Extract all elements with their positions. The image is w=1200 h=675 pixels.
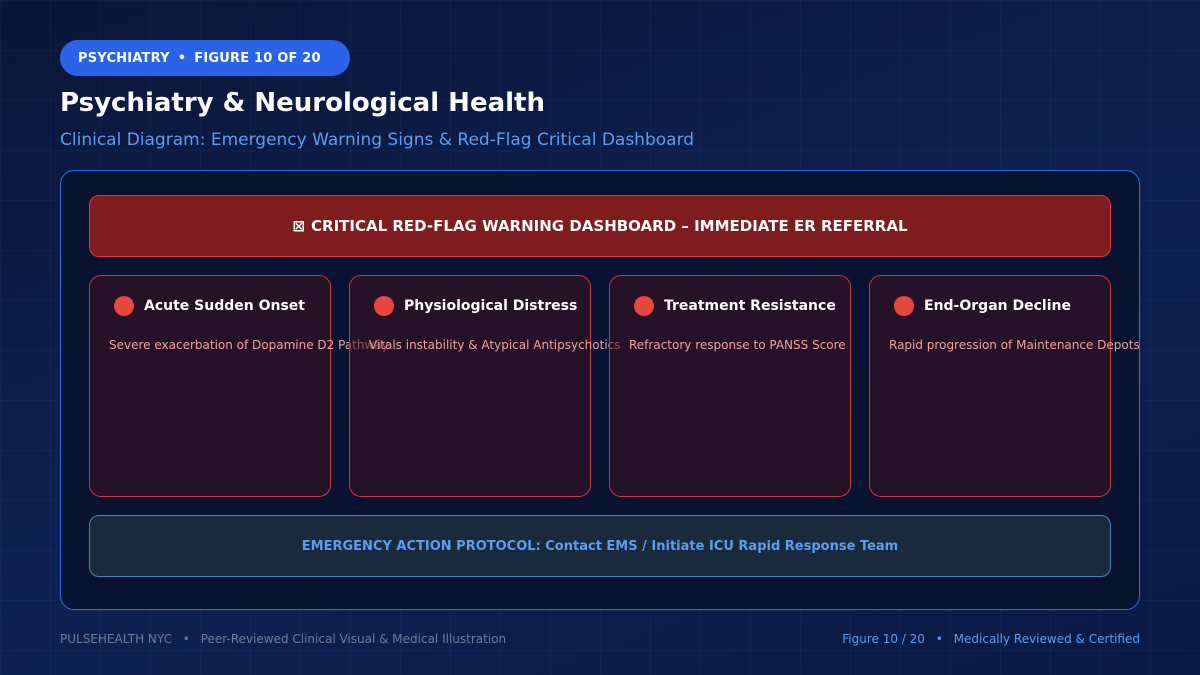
card-description: Refractory response to PANSS Score [629, 338, 846, 352]
card-title: End-Organ Decline [924, 298, 1071, 314]
emergency-protocol-bar: EMERGENCY ACTION PROTOCOL: Contact EMS /… [89, 515, 1111, 577]
footer-tagline: Peer-Reviewed Clinical Visual & Medical … [200, 632, 507, 646]
page-title: Psychiatry & Neurological Health [60, 88, 545, 118]
section-label: PSYCHIATRY [78, 50, 170, 66]
section-pill: PSYCHIATRY • FIGURE 10 OF 20 [60, 40, 350, 76]
card-description: Rapid progression of Maintenance Depots [889, 338, 1140, 352]
figure-label: FIGURE 10 OF 20 [194, 50, 321, 66]
warning-card-physiological-distress: Physiological Distress Vitals instabilit… [349, 275, 621, 497]
card-header: End-Organ Decline [894, 296, 1071, 316]
card-header: Treatment Resistance [634, 296, 836, 316]
red-alert-dot-icon [374, 296, 394, 316]
card-title: Treatment Resistance [664, 298, 836, 314]
red-alert-dot-icon [894, 296, 914, 316]
red-alert-dot-icon [114, 296, 134, 316]
footer-brand: PULSEHEALTH NYC [60, 632, 172, 646]
footer-separator: • [935, 632, 943, 646]
footer-status: Medically Reviewed & Certified [953, 632, 1140, 646]
warning-card-treatment-resistance: Treatment Resistance Refractory response… [609, 275, 851, 497]
footer-separator: • [182, 632, 190, 646]
card-description: Vitals instability & Atypical Antipsycho… [369, 338, 621, 352]
card-title: Acute Sudden Onset [144, 298, 305, 314]
card-description: Severe exacerbation of Dopamine D2 Pathw… [109, 338, 389, 352]
red-alert-dot-icon [634, 296, 654, 316]
critical-banner: ⊠ CRITICAL RED-FLAG WARNING DASHBOARD – … [89, 195, 1111, 257]
warning-box-icon: ⊠ [292, 217, 306, 235]
page-subtitle: Clinical Diagram: Emergency Warning Sign… [60, 130, 695, 150]
warning-card-end-organ-decline: End-Organ Decline Rapid progression of M… [869, 275, 1140, 497]
card-title: Physiological Distress [404, 298, 578, 314]
footer-figure: Figure 10 / 20 [842, 632, 925, 646]
banner-text: CRITICAL RED-FLAG WARNING DASHBOARD – IM… [311, 217, 908, 235]
warning-card-acute-onset: Acute Sudden Onset Severe exacerbation o… [89, 275, 389, 497]
card-header: Physiological Distress [374, 296, 577, 316]
dashboard-panel: ⊠ CRITICAL RED-FLAG WARNING DASHBOARD – … [60, 170, 1140, 610]
pill-separator: • [177, 50, 187, 66]
card-header: Acute Sudden Onset [114, 296, 305, 316]
footer-figure-info: Figure 10 / 20 • Medically Reviewed & Ce… [842, 632, 1140, 646]
footer-credits: PULSEHEALTH NYC • Peer-Reviewed Clinical… [60, 632, 506, 646]
